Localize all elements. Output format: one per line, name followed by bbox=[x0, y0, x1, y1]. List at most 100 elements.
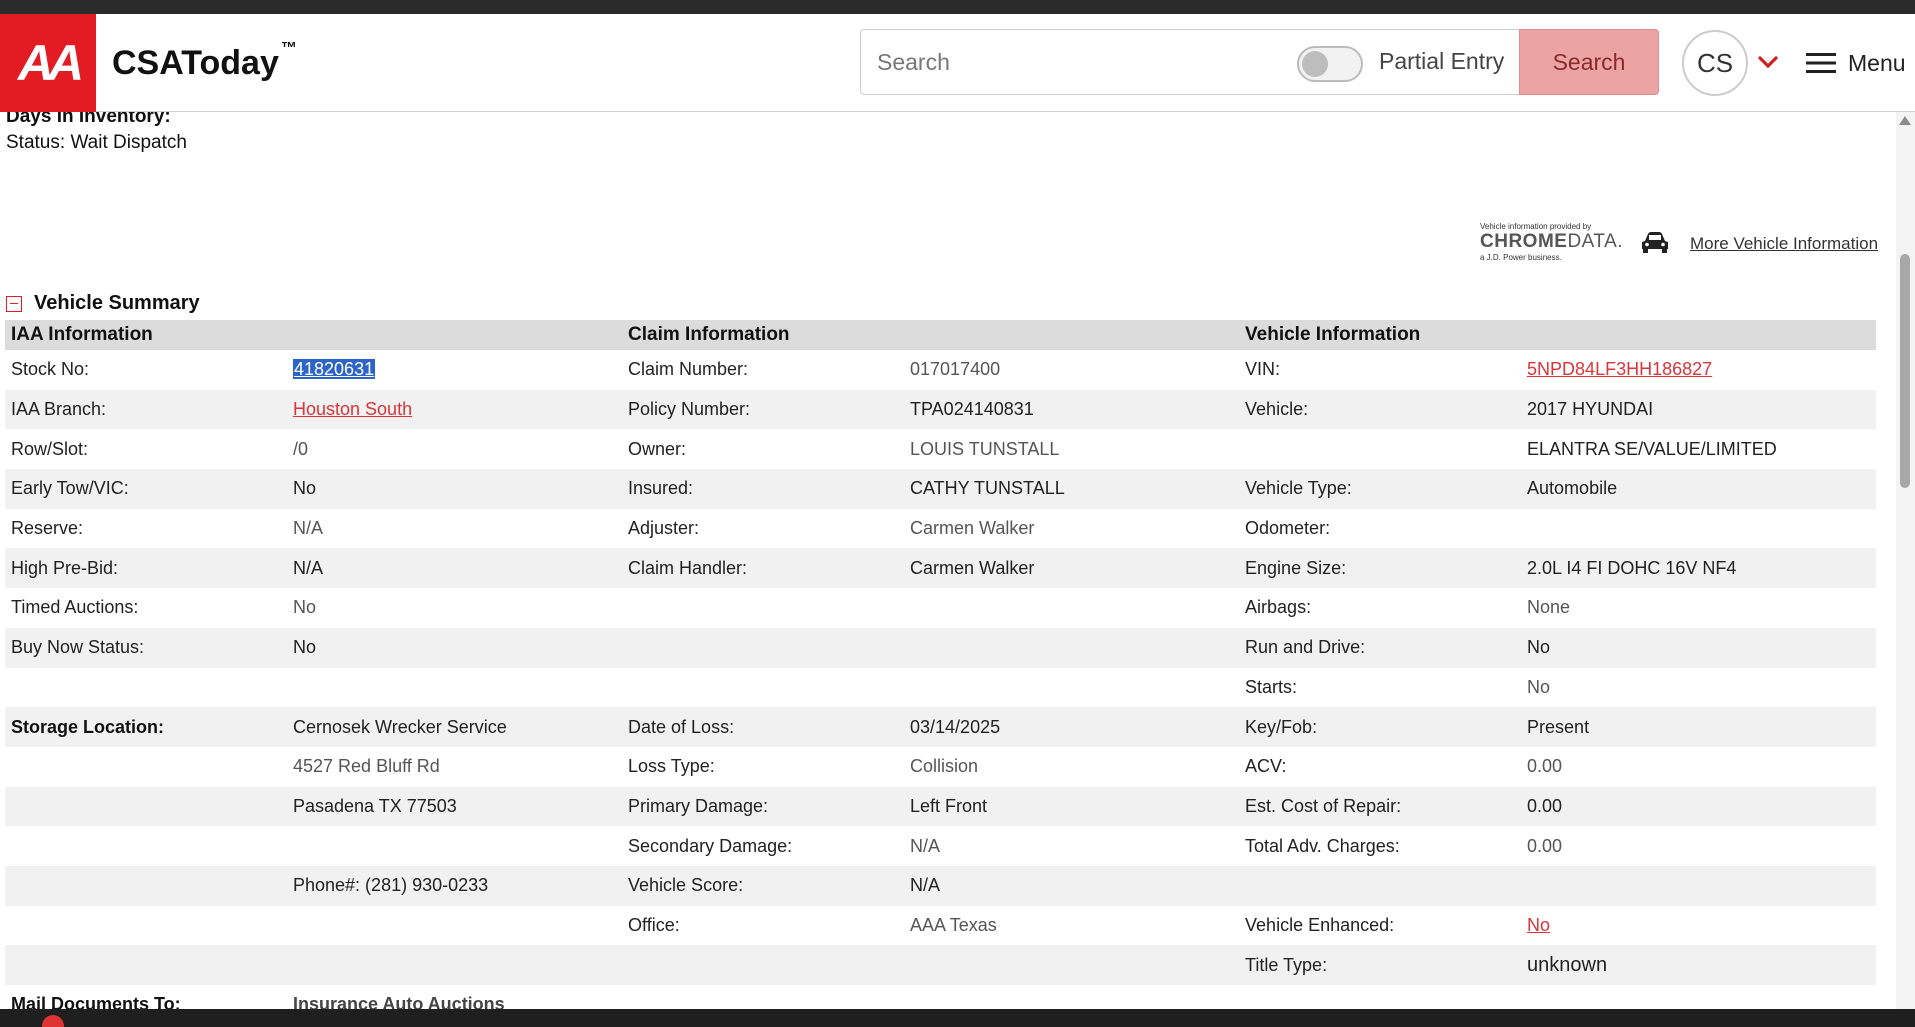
cell-value: Cernosek Wrecker Service bbox=[287, 707, 623, 747]
cell-label bbox=[5, 865, 287, 906]
cell-label bbox=[5, 747, 287, 787]
cell-value: No bbox=[1521, 627, 1877, 668]
browser-top-strip bbox=[0, 0, 1915, 14]
scrollbar-thumb[interactable] bbox=[1900, 254, 1910, 488]
cell-label: Est. Cost of Repair: bbox=[1239, 786, 1522, 827]
table-row: IAA Branch: Houston South Policy Number:… bbox=[5, 389, 1877, 430]
cell-label: Airbags: bbox=[1245, 597, 1312, 618]
app-title: CSAToday ™ bbox=[112, 40, 297, 83]
cell-value: No bbox=[287, 627, 623, 668]
cell-label bbox=[622, 668, 904, 708]
hamburger-menu-icon[interactable] bbox=[1806, 52, 1836, 74]
stock-number-link[interactable]: 41820631 bbox=[293, 359, 376, 380]
cell-label bbox=[1239, 985, 1521, 1009]
search-box: Partial Entry bbox=[860, 29, 1520, 95]
user-avatar[interactable]: CS bbox=[1682, 30, 1748, 96]
scroll-up-arrow-icon[interactable] bbox=[1899, 116, 1911, 125]
iaa-info-header: IAA Information bbox=[5, 320, 623, 350]
cell-value: /0 bbox=[293, 438, 309, 459]
more-vehicle-info-link[interactable]: More Vehicle Information bbox=[1690, 234, 1878, 254]
claim-info-header: Claim Information bbox=[622, 320, 1240, 350]
toggle-knob bbox=[1302, 51, 1328, 77]
vehicle-summary-table: IAA Information Claim Information Vehicl… bbox=[5, 320, 1877, 1009]
chrome-brand-bold: CHROME bbox=[1480, 231, 1568, 252]
partial-entry-label: Partial Entry bbox=[1379, 48, 1505, 74]
vertical-scrollbar[interactable] bbox=[1896, 112, 1915, 1009]
table-row: Phone#: (281) 930-0233 Vehicle Score: N/… bbox=[5, 865, 1877, 906]
cell-label bbox=[622, 945, 905, 985]
cell-label: Row/Slot: bbox=[11, 438, 89, 459]
cell-value: No bbox=[287, 469, 623, 509]
menu-label[interactable]: Menu bbox=[1848, 50, 1906, 77]
os-taskbar bbox=[0, 1009, 1915, 1027]
cell-label bbox=[5, 906, 287, 946]
cell-value bbox=[287, 945, 623, 985]
cell-value bbox=[904, 668, 1239, 708]
cell-value: LOUIS TUNSTALL bbox=[910, 438, 1060, 459]
table-row: 4527 Red Bluff Rd Loss Type: Collision A… bbox=[5, 747, 1876, 787]
cell-label: Odometer: bbox=[1245, 518, 1331, 539]
cell-value: Carmen Walker bbox=[910, 518, 1035, 539]
cell-value: 0.00 bbox=[1521, 786, 1877, 827]
table-row: Buy Now Status: No Run and Drive: No bbox=[5, 627, 1877, 668]
car-icon bbox=[1642, 232, 1668, 253]
vin-link[interactable]: 5NPD84LF3HH186827 bbox=[1527, 359, 1712, 379]
cell-value bbox=[904, 588, 1239, 628]
table-row: Stock No: 41820631 Claim Number: 0170174… bbox=[5, 350, 1876, 390]
cell-value bbox=[904, 985, 1239, 1009]
cell-label: Starts: bbox=[1245, 676, 1298, 697]
cell-value: Present bbox=[1521, 707, 1877, 747]
app-header: AA CSAToday™ Partial Entry Search CS Men… bbox=[0, 14, 1915, 112]
table-row: Row/Slot: /0 Owner: LOUIS TUNSTALL ELANT… bbox=[5, 429, 1876, 469]
cell-label bbox=[5, 826, 287, 866]
trademark: ™ bbox=[280, 40, 297, 57]
iaa-logo[interactable]: AA bbox=[0, 14, 96, 112]
chrome-brand: CHROMEDATA. bbox=[1480, 231, 1623, 253]
cell-label: Early Tow/VIC: bbox=[5, 469, 287, 509]
table-row: High Pre-Bid: N/A Claim Handler: Carmen … bbox=[5, 548, 1877, 589]
cell-label bbox=[622, 627, 905, 668]
cell-value bbox=[287, 826, 622, 866]
cell-value: unknown bbox=[1521, 945, 1877, 985]
cell-label: Stock No: bbox=[11, 359, 90, 380]
collapse-icon[interactable] bbox=[6, 295, 22, 312]
cell-value: Phone#: (281) 930-0233 bbox=[287, 865, 623, 906]
cell-value: 4527 Red Bluff Rd bbox=[293, 756, 440, 777]
cell-value: ELANTRA SE/VALUE/LIMITED bbox=[1527, 438, 1777, 459]
iaa-branch-link[interactable]: Houston South bbox=[293, 399, 412, 419]
vehicle-enhanced-link[interactable]: No bbox=[1527, 915, 1550, 935]
cell-value: CATHY TUNSTALL bbox=[904, 469, 1240, 509]
cell-value: Collision bbox=[910, 756, 979, 777]
chrome-brand-light: DATA. bbox=[1567, 231, 1624, 252]
partial-entry-toggle[interactable] bbox=[1297, 46, 1363, 82]
cell-value: TPA024140831 bbox=[904, 389, 1240, 430]
table-row: Secondary Damage: N/A Total Adv. Charges… bbox=[5, 826, 1876, 866]
cell-label: VIN: bbox=[1245, 359, 1281, 380]
cell-value: No bbox=[1527, 676, 1551, 697]
search-input[interactable] bbox=[877, 30, 1277, 94]
cell-value bbox=[287, 668, 622, 708]
cell-value: Pasadena TX 77503 bbox=[287, 786, 623, 827]
chevron-down-icon[interactable] bbox=[1756, 50, 1780, 74]
cell-label bbox=[1239, 865, 1522, 906]
search-button[interactable]: Search bbox=[1519, 29, 1659, 95]
mail-documents-label: Mail Documents To: bbox=[11, 994, 181, 1009]
cell-value: No bbox=[293, 597, 317, 618]
status-value: Wait Dispatch bbox=[70, 132, 187, 153]
cell-value: Automobile bbox=[1521, 469, 1877, 509]
cell-value: 2017 HYUNDAI bbox=[1521, 389, 1877, 430]
chrome-data-logo: Vehicle information provided by CHROMEDA… bbox=[1480, 222, 1623, 262]
cell-label: Reserve: bbox=[11, 518, 84, 539]
cell-value bbox=[904, 627, 1240, 668]
cell-label: Policy Number: bbox=[622, 389, 905, 430]
cell-value: AAA Texas bbox=[910, 914, 997, 935]
cell-value: N/A bbox=[287, 548, 623, 589]
cell-label: Run and Drive: bbox=[1239, 627, 1522, 668]
cell-value: N/A bbox=[293, 518, 324, 539]
cell-label: Primary Damage: bbox=[622, 786, 905, 827]
cell-value bbox=[287, 906, 622, 946]
cell-value: N/A bbox=[910, 835, 941, 856]
cell-value: 017017400 bbox=[910, 359, 1001, 380]
cell-value: No bbox=[1521, 906, 1876, 946]
taskbar-app-icon[interactable] bbox=[42, 1015, 64, 1027]
